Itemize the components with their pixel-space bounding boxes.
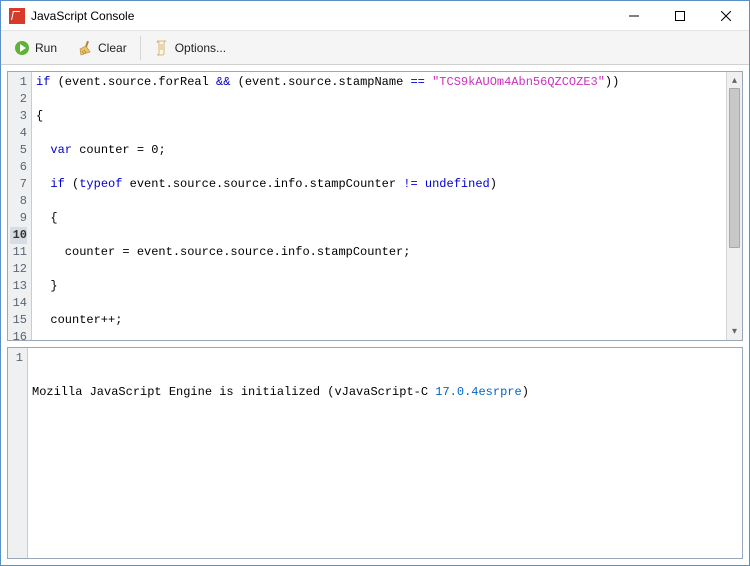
editor-gutter: 1234567891011121314151617 (8, 72, 32, 340)
toolbar: Run Clear O (1, 31, 749, 65)
code-line: counter = event.source.source.info.stamp… (36, 244, 722, 261)
console-line: Mozilla JavaScript Engine is initialized… (32, 384, 738, 401)
line-number: 5 (10, 142, 27, 159)
scroll-up-icon[interactable]: ▴ (727, 72, 742, 88)
line-number: 15 (10, 312, 27, 329)
titlebar: JavaScript Console (1, 1, 749, 31)
code-line: counter++; (36, 312, 722, 329)
code-line: } (36, 278, 722, 295)
line-number: 4 (10, 125, 27, 142)
vertical-scrollbar[interactable]: ▴ ▾ (726, 72, 742, 340)
line-number: 6 (10, 159, 27, 176)
line-number: 16 (10, 329, 27, 346)
play-icon (14, 40, 30, 56)
code-line (36, 159, 722, 176)
console-text-suffix: ) (522, 385, 529, 399)
run-label: Run (35, 41, 57, 55)
code-line: { (36, 210, 722, 227)
console-line-number: 1 (10, 350, 23, 367)
code-line (36, 261, 722, 278)
code-line (36, 125, 722, 142)
line-number: 12 (10, 261, 27, 278)
window-controls (611, 1, 749, 30)
code-line: var counter = 0; (36, 142, 722, 159)
code-line (36, 91, 722, 108)
clear-label: Clear (98, 41, 127, 55)
maximize-icon (675, 11, 685, 21)
script-icon (154, 40, 170, 56)
broom-icon (77, 40, 93, 56)
code-line (36, 295, 722, 312)
window-title: JavaScript Console (31, 9, 611, 23)
toolbar-separator (140, 36, 141, 60)
clear-button[interactable]: Clear (68, 34, 136, 62)
code-editor[interactable]: if (event.source.forReal && (event.sourc… (32, 72, 726, 340)
app-icon (9, 8, 25, 24)
options-button[interactable]: Options... (145, 34, 235, 62)
line-number: 1 (10, 74, 27, 91)
line-number: 7 (10, 176, 27, 193)
code-line (36, 227, 722, 244)
line-number: 9 (10, 210, 27, 227)
line-number: 10 (10, 227, 27, 244)
code-line (36, 329, 722, 340)
run-button[interactable]: Run (5, 34, 66, 62)
maximize-button[interactable] (657, 1, 703, 30)
console-text-prefix: Mozilla JavaScript Engine is initialized… (32, 385, 435, 399)
console-gutter: 1 (8, 348, 28, 558)
line-number: 3 (10, 108, 27, 125)
console-pane: 1 Mozilla JavaScript Engine is initializ… (7, 347, 743, 559)
console-output[interactable]: Mozilla JavaScript Engine is initialized… (28, 348, 742, 558)
code-line (36, 193, 722, 210)
options-label: Options... (175, 41, 226, 55)
window: JavaScript Console Run (0, 0, 750, 566)
console-version: 17.0.4esrpre (435, 385, 521, 399)
scroll-track[interactable] (727, 88, 742, 324)
body: 1234567891011121314151617 if (event.sour… (1, 65, 749, 565)
close-icon (721, 11, 731, 21)
scroll-down-icon[interactable]: ▾ (727, 324, 742, 340)
line-number: 13 (10, 278, 27, 295)
line-number: 11 (10, 244, 27, 261)
line-number: 14 (10, 295, 27, 312)
editor-pane: 1234567891011121314151617 if (event.sour… (7, 71, 743, 341)
line-number: 8 (10, 193, 27, 210)
code-line: if (typeof event.source.source.info.stam… (36, 176, 722, 193)
minimize-icon (629, 11, 639, 21)
close-button[interactable] (703, 1, 749, 30)
line-number: 2 (10, 91, 27, 108)
code-line: { (36, 108, 722, 125)
scroll-thumb[interactable] (729, 88, 740, 248)
code-line: if (event.source.forReal && (event.sourc… (36, 74, 722, 91)
minimize-button[interactable] (611, 1, 657, 30)
